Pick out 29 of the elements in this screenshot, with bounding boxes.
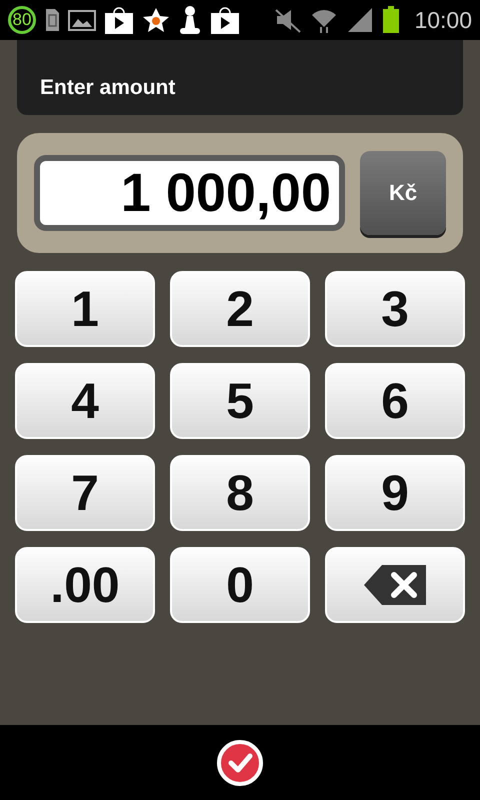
battery-icon bbox=[382, 6, 400, 34]
star-icon bbox=[142, 7, 170, 33]
mute-icon bbox=[274, 7, 302, 33]
image-icon bbox=[68, 8, 96, 32]
battery-percent-badge: 80 bbox=[8, 6, 36, 34]
pawn-icon bbox=[178, 5, 202, 35]
sd-card-icon bbox=[44, 8, 60, 32]
dialog-title: Enter amount bbox=[40, 76, 176, 100]
keypad-key[interactable]: 8 bbox=[170, 455, 310, 531]
amount-field[interactable]: 1 000,00 bbox=[34, 155, 345, 231]
backspace-button[interactable] bbox=[325, 547, 465, 623]
checkmark-icon bbox=[217, 740, 263, 786]
keypad-key[interactable]: 4 bbox=[15, 363, 155, 439]
keypad-key[interactable]: 3 bbox=[325, 271, 465, 347]
currency-button[interactable]: Kč bbox=[360, 151, 446, 235]
keypad-key[interactable]: .00 bbox=[15, 547, 155, 623]
keypad-key[interactable]: 0 bbox=[170, 547, 310, 623]
keypad-key[interactable]: 9 bbox=[325, 455, 465, 531]
keypad-key[interactable]: 5 bbox=[170, 363, 310, 439]
clock: 10:00 bbox=[414, 6, 472, 34]
signal-icon bbox=[346, 7, 374, 33]
confirm-button[interactable] bbox=[217, 740, 263, 786]
play-store-icon bbox=[210, 5, 240, 35]
play-store-icon bbox=[104, 5, 134, 35]
keypad-key[interactable]: 6 bbox=[325, 363, 465, 439]
keypad-key[interactable]: 2 bbox=[170, 271, 310, 347]
keypad-key[interactable]: 7 bbox=[15, 455, 155, 531]
backspace-icon bbox=[362, 563, 428, 607]
keypad-key[interactable]: 1 bbox=[15, 271, 155, 347]
